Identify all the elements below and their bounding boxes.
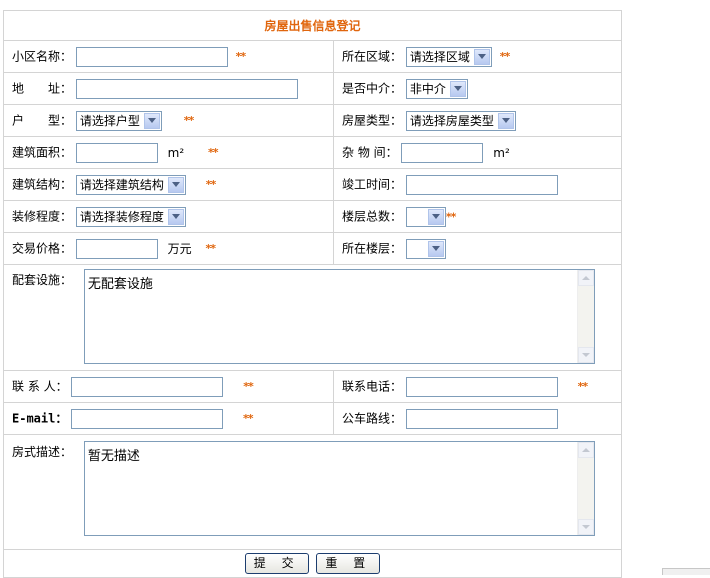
house-type-label: 房屋类型： [342,113,403,127]
chevron-down-icon[interactable] [167,208,184,225]
form-title: 房屋出售信息登记 [2,10,623,41]
region-select[interactable]: 请选择区域 [405,46,492,67]
facilities-label: 配套设施： [12,273,73,287]
facilities-textarea[interactable]: 无配套设施 [83,269,595,364]
button-cell: 提 交 重 置 [2,549,623,578]
chevron-down-icon[interactable] [473,48,490,65]
completion-label: 竣工时间： [342,177,403,191]
bus-cell: 公车路线： [332,402,623,435]
decoration-cell: 装修程度： 请选择装修程度 [3,200,334,233]
area-unit: m² [167,145,185,160]
decoration-select[interactable]: 请选择装修程度 [75,206,186,227]
contact-label: 联 系 人： [12,379,68,393]
scroll-down-icon[interactable] [577,347,594,363]
chevron-down-icon[interactable] [449,80,466,97]
facilities-text: 无配套设施 [87,277,153,292]
required-mark: ** [499,50,510,63]
area-label: 建筑面积： [12,145,73,159]
area-cell: 建筑面积： m² ** [3,136,334,169]
contact-input[interactable] [71,376,224,397]
chevron-down-icon[interactable] [427,208,444,225]
agent-select[interactable]: 非中介 [405,78,468,99]
description-cell: 房式描述： 暂无描述 [2,434,623,550]
submit-button[interactable]: 提 交 [244,553,309,574]
community-name-input[interactable] [75,46,228,67]
contact-cell: 联 系 人： ** [3,370,334,403]
storage-input[interactable] [401,142,484,163]
floor-select[interactable] [405,238,446,259]
floor-cell: 所在楼层： [332,232,623,265]
agent-cell: 是否中介： 非中介 [332,72,623,105]
storage-cell: 杂 物 间： m² [332,136,623,169]
price-label: 交易价格： [12,241,73,255]
completion-cell: 竣工时间： [332,168,623,201]
scrollbar[interactable] [576,442,594,535]
phone-input[interactable] [405,376,558,397]
price-input[interactable] [75,238,158,259]
agent-label: 是否中介： [342,81,403,95]
total-floors-cell: 楼层总数： ** [332,200,623,233]
structure-select[interactable]: 请选择建筑结构 [75,174,186,195]
address-input[interactable] [75,78,298,99]
required-mark: ** [243,412,253,425]
scrollbar[interactable] [576,270,594,363]
required-mark: ** [235,50,246,63]
house-sale-form: 房屋出售信息登记 小区名称： ** 所在区域： 请选择区域 ** 地 址： 是否… [2,10,623,578]
bus-label: 公车路线： [342,411,403,425]
layout-select[interactable]: 请选择户型 [75,110,162,131]
description-label: 房式描述： [12,445,73,459]
decoration-label: 装修程度： [12,209,73,223]
email-label: E-mail： [12,411,68,425]
house-type-cell: 房屋类型： 请选择房屋类型 [332,104,623,137]
chevron-down-icon[interactable] [167,176,184,193]
description-textarea[interactable]: 暂无描述 [83,441,595,536]
chevron-down-icon[interactable] [143,112,160,129]
email-input[interactable] [71,408,224,429]
required-mark: ** [205,178,216,191]
chevron-down-icon[interactable] [497,112,514,129]
required-mark: ** [205,242,216,255]
email-cell: E-mail： ** [3,402,334,435]
price-cell: 交易价格： 万元 ** [3,232,334,265]
chevron-down-icon[interactable] [427,240,444,257]
region-label: 所在区域： [342,49,403,63]
layout-cell: 户 型： 请选择户型 ** [3,104,334,137]
required-mark: ** [208,146,218,159]
description-text: 暂无描述 [87,449,140,464]
address-cell: 地 址： [3,72,334,105]
community-name-cell: 小区名称： ** [3,40,334,73]
layout-label: 户 型： [12,113,73,127]
area-input[interactable] [75,142,158,163]
floor-label: 所在楼层： [342,241,403,255]
price-unit: 万元 [167,242,192,256]
total-floors-select[interactable] [405,206,446,227]
scroll-up-icon[interactable] [577,270,594,286]
region-cell: 所在区域： 请选择区域 ** [332,40,623,73]
total-floors-label: 楼层总数： [342,209,403,223]
structure-cell: 建筑结构： 请选择建筑结构 ** [3,168,334,201]
scroll-down-icon[interactable] [577,519,594,535]
phone-label: 联系电话： [342,379,403,393]
phone-cell: 联系电话： ** [332,370,623,403]
required-mark: ** [445,210,456,223]
structure-label: 建筑结构： [12,177,73,191]
completion-input[interactable] [405,174,558,195]
required-mark: ** [577,380,588,393]
required-mark: ** [183,114,194,127]
scroll-up-icon[interactable] [577,442,594,458]
house-type-select[interactable]: 请选择房屋类型 [405,110,516,131]
bus-input[interactable] [405,408,558,429]
storage-unit: m² [493,145,510,160]
facilities-cell: 配套设施： 无配套设施 [2,264,623,371]
address-label: 地 址： [12,81,73,95]
reset-button[interactable]: 重 置 [316,553,381,574]
storage-label: 杂 物 间： [342,145,398,159]
required-mark: ** [243,380,253,393]
community-name-label: 小区名称： [12,49,73,63]
